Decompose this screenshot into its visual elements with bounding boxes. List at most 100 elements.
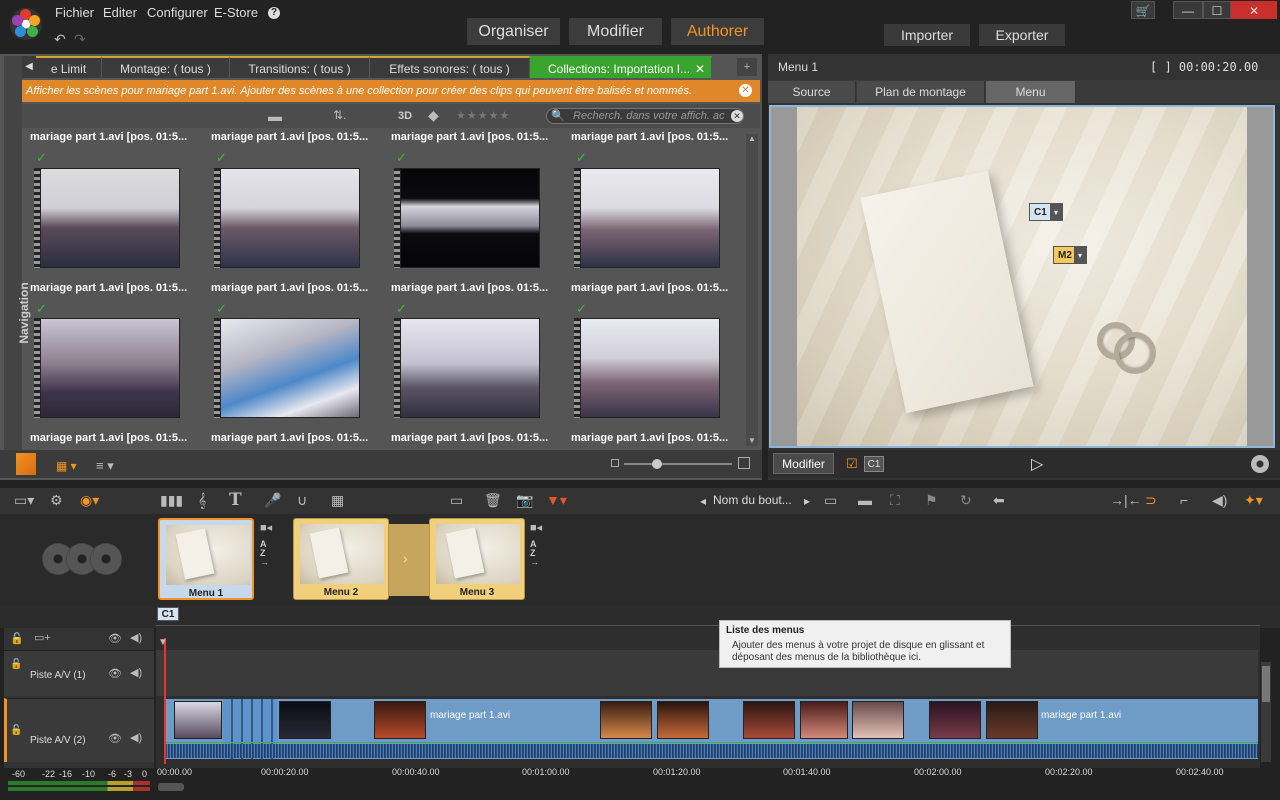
layout-icon[interactable]: ▭▾ <box>14 492 34 509</box>
tab-montage[interactable]: Montage: ( tous ) <box>102 56 230 78</box>
eye-icon[interactable]: 👁 <box>108 667 122 680</box>
transition-icon[interactable]: ∪ <box>297 492 307 509</box>
music-clef-icon[interactable]: 𝄞 <box>198 492 206 509</box>
playhead[interactable] <box>164 638 166 764</box>
marker-icon[interactable]: ▼▾ <box>546 492 567 509</box>
folder-icon[interactable]: ▬ <box>268 108 282 124</box>
library-scrollbar[interactable]: ▲ ▼ <box>746 134 758 446</box>
tab-plan-de-montage[interactable]: Plan de montage <box>857 81 985 103</box>
auto-link-icon[interactable]: ⛶ <box>890 492 900 509</box>
menu-fichier[interactable]: Fichier <box>55 5 94 20</box>
volume-line[interactable] <box>166 742 1258 743</box>
tag-icon[interactable]: ◆ <box>428 107 439 124</box>
camera-link-icon[interactable]: ■◂ <box>260 521 272 534</box>
record-icon[interactable]: ◉▾ <box>80 492 99 509</box>
new-tab-icon[interactable]: + <box>737 58 757 76</box>
tab-effets-sonores[interactable]: Effets sonores: ( tous ) <box>370 56 530 78</box>
menu-item-1[interactable]: Menu 1 <box>158 518 254 600</box>
tab-collections[interactable]: Collections: Importation I... ✕ <box>530 56 712 78</box>
magnet-icon[interactable]: ⊃ <box>1145 492 1157 509</box>
info-close-icon[interactable]: ✕ <box>739 84 752 97</box>
add-track-icon[interactable]: ▭+ <box>34 631 51 644</box>
play-icon[interactable]: ▷ <box>1031 454 1043 474</box>
search-input[interactable]: Recherch. dans votre affich. ac <box>546 108 744 124</box>
eye-icon[interactable]: 👁 <box>108 632 122 645</box>
zoom-slider[interactable] <box>624 459 732 469</box>
menu-button-m2[interactable]: M2 ▾ <box>1053 246 1087 264</box>
timeline-scroll-thumb[interactable] <box>158 783 184 791</box>
modify-menu-button[interactable]: Modifier <box>773 453 834 474</box>
app-logo-icon[interactable] <box>10 8 42 40</box>
cart-icon[interactable]: 🛒 <box>1131 1 1155 19</box>
menu-canvas[interactable] <box>797 107 1247 446</box>
minimize-button[interactable]: — <box>1173 1 1203 19</box>
unlink-icon[interactable]: ↻ <box>960 492 972 509</box>
disc-preview-icon[interactable] <box>1251 455 1269 473</box>
montage-icon[interactable]: ▦ <box>331 492 344 509</box>
speaker-icon[interactable]: ◀) <box>130 731 142 744</box>
collection-stack-icon[interactable] <box>16 453 36 475</box>
snapshot-icon[interactable]: 📷 <box>516 492 533 509</box>
link-icon[interactable]: ▬ <box>858 492 872 508</box>
speaker-icon[interactable]: ◀) <box>130 666 142 679</box>
3d-filter-button[interactable]: 3D <box>398 110 412 122</box>
menu-item-2[interactable]: Menu 2 <box>293 518 389 600</box>
az-sort-icon[interactable]: A Z → <box>260 540 269 567</box>
modifier-mode-button[interactable]: Modifier <box>569 18 662 45</box>
help-icon[interactable]: ? <box>268 7 280 19</box>
track-1-lane[interactable] <box>156 650 1258 696</box>
chapter-marker[interactable]: C1 <box>157 607 179 621</box>
return-icon[interactable]: ⬅ <box>993 492 1005 509</box>
tab-close-icon[interactable]: ✕ <box>695 58 705 80</box>
redo-icon[interactable]: ↷ <box>74 31 86 48</box>
button-name-selector[interactable]: Nom du bout... <box>713 493 792 507</box>
undo-icon[interactable]: ↶ <box>54 31 66 48</box>
navigation-strip[interactable]: Navigation <box>4 56 31 476</box>
menu-item-3[interactable]: Menu 3 <box>429 518 525 600</box>
rating-filter-icon[interactable]: ★★★★★ <box>456 109 510 122</box>
search-clear-icon[interactable]: ✕ <box>731 110 743 122</box>
track-header-2[interactable]: 🔓 Piste A/V (2) 👁 ◀) <box>4 698 154 762</box>
title-icon[interactable]: T <box>229 490 242 510</box>
prev-button-icon[interactable]: ◂ <box>700 494 706 508</box>
magic-wand-icon[interactable]: ✦▾ <box>1244 492 1263 509</box>
lock-icon[interactable]: 🔓 <box>10 632 24 645</box>
authorer-mode-button[interactable]: Authorer <box>671 18 764 45</box>
lock-icon[interactable]: 🔓 <box>10 725 22 736</box>
playhead-handle-icon[interactable]: ▼ <box>158 637 168 648</box>
tab-limit[interactable]: e Limit <box>36 56 102 78</box>
menu-configurer[interactable]: Configurer <box>147 5 208 20</box>
close-button[interactable]: ✕ <box>1231 1 1277 19</box>
ripple-icon[interactable]: ⌐ <box>1180 492 1188 508</box>
speaker-icon[interactable]: ◀) <box>130 631 142 644</box>
organiser-mode-button[interactable]: Organiser <box>467 18 560 45</box>
tab-scroll-left-icon[interactable]: ◀ <box>22 56 36 78</box>
next-button-icon[interactable]: ▸ <box>804 494 810 508</box>
list-view-icon[interactable]: ≡ ▾ <box>96 458 114 474</box>
tab-menu[interactable]: Menu <box>986 81 1076 103</box>
lock-icon[interactable]: 🔓 <box>10 659 22 670</box>
maximize-button[interactable]: ☐ <box>1203 1 1231 19</box>
settings-icon[interactable]: ⚙ <box>50 492 63 509</box>
checkbox-icon[interactable]: ☑ <box>846 456 858 472</box>
grid-view-icon[interactable]: ▦ ▾ <box>56 459 77 473</box>
track-header-1[interactable]: 🔓 Piste A/V (1) 👁 ◀) <box>4 650 154 696</box>
chapter-button-c1[interactable]: C1 ▾ <box>1029 203 1063 221</box>
trim-icon[interactable]: →|← <box>1110 492 1142 508</box>
camera-link-icon[interactable]: ■◂ <box>530 521 542 534</box>
tab-source[interactable]: Source <box>768 81 856 103</box>
importer-button[interactable]: Importer <box>884 24 970 46</box>
preview-frame-icon[interactable]: ▭ <box>824 492 837 509</box>
tab-transitions[interactable]: Transitions: ( tous ) <box>230 56 370 78</box>
audio-mixer-icon[interactable]: ▮▮▮ <box>160 492 183 509</box>
eye-icon[interactable]: 👁 <box>108 732 122 745</box>
volume-icon[interactable]: ◀) <box>1212 492 1227 509</box>
az-sort-icon[interactable]: A Z → <box>530 540 539 567</box>
exporter-button[interactable]: Exporter <box>979 24 1065 46</box>
trash-icon[interactable]: 🗑 <box>484 492 502 509</box>
sort-icon[interactable]: ⇅. <box>333 108 346 122</box>
menu-estore[interactable]: E-Store <box>214 5 258 20</box>
microphone-icon[interactable]: 🎤 <box>264 492 281 509</box>
track-scrollbar[interactable] <box>1261 662 1271 762</box>
search-icon[interactable]: 🔍 <box>551 109 565 122</box>
